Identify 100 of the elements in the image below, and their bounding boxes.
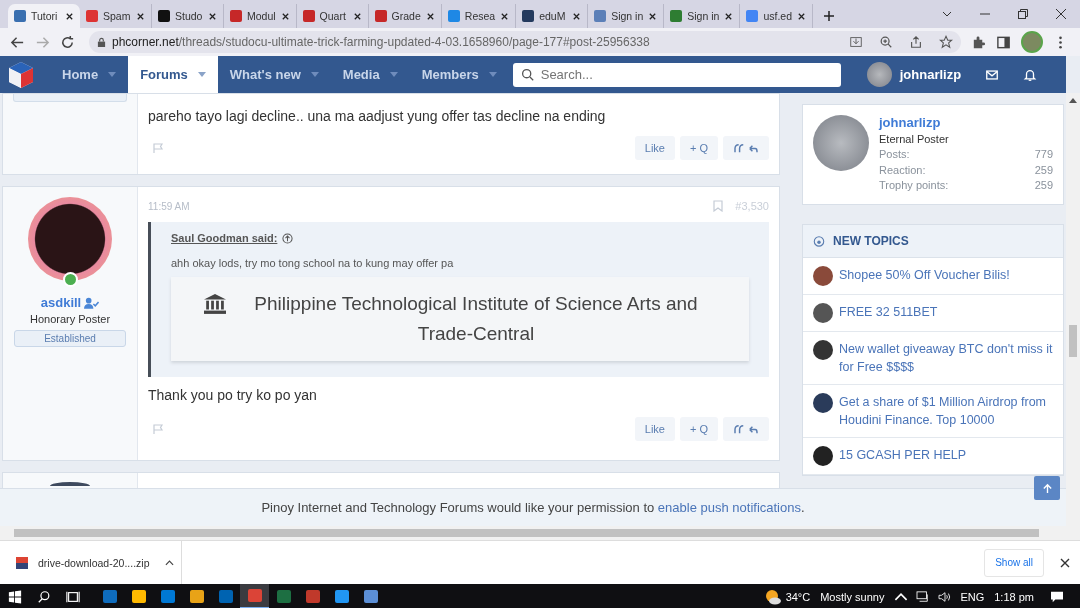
reply-button[interactable]	[723, 417, 769, 441]
profile-avatar[interactable]	[813, 115, 869, 171]
scrollbar-thumb[interactable]	[1069, 325, 1077, 357]
post-action-button[interactable]: Like	[634, 417, 675, 441]
browser-tab[interactable]: Tutori	[8, 4, 80, 28]
zoom-icon[interactable]	[879, 35, 893, 49]
address-bar[interactable]: phcorner.net/threads/studocu-ultimate-trick-farming-updated-4-03.1658960/page-177#post-25956338	[89, 31, 961, 53]
scrollbar-thumb[interactable]	[14, 529, 1039, 537]
nav-tab[interactable]: Members	[409, 56, 509, 93]
site-favicon-icon	[302, 10, 315, 22]
network-icon[interactable]	[916, 590, 931, 603]
topic-avatar	[813, 392, 833, 413]
username-link[interactable]: johnarlizp	[899, 67, 962, 82]
share-icon[interactable]	[909, 35, 923, 49]
topic-link[interactable]: New wallet giveaway BTC don't miss it for Free $$$$	[839, 339, 1053, 376]
user-check-icon	[84, 296, 100, 309]
topic-avatar	[813, 445, 833, 466]
search-field[interactable]: Search...	[512, 62, 841, 87]
close-icon[interactable]	[572, 11, 582, 21]
topic-link[interactable]: 15 GCASH PER HELP	[839, 445, 967, 464]
profile-avatar-icon[interactable]	[1021, 31, 1043, 53]
nav-tab[interactable]: Media	[330, 56, 410, 93]
speaker-icon[interactable]	[938, 590, 953, 603]
arrow-up-circle-icon[interactable]	[282, 232, 294, 244]
author-name[interactable]: asdkill	[40, 295, 82, 310]
topic-link[interactable]: Shopee 50% Off Voucher Bilis!	[839, 265, 1010, 284]
clock-text[interactable]: 1:18 pm	[994, 590, 1034, 603]
close-icon[interactable]	[724, 11, 734, 21]
link-preview-title: Philippine Technological Institute of Science Arts and Trade-Central	[253, 292, 699, 346]
close-icon[interactable]	[208, 11, 217, 21]
search-icon[interactable]	[37, 589, 51, 604]
profile-name[interactable]: johnarlizp	[879, 115, 1053, 130]
topic-avatar	[813, 302, 833, 323]
site-favicon-icon	[447, 10, 460, 22]
site-favicon-icon	[670, 10, 683, 22]
task-view-icon[interactable]	[66, 589, 80, 604]
post-action-button[interactable]: + Q	[679, 136, 718, 160]
stat-label: Posts:	[879, 147, 910, 162]
quote-text: ahh okay lods, try mo tong school na to kung may offer pa	[171, 257, 455, 269]
user-avatar[interactable]	[866, 62, 892, 87]
site-favicon-icon	[158, 10, 170, 22]
cube-logo-icon[interactable]	[6, 59, 36, 90]
star-icon[interactable]	[939, 35, 953, 49]
mail-icon[interactable]	[985, 67, 1000, 82]
topic-link[interactable]: Get a share of $1 Million Airdrop from Houdini Finance. Top 10000	[839, 392, 1053, 429]
horizontal-scrollbar[interactable]	[0, 526, 1080, 540]
post-action-button[interactable]: + Q	[679, 417, 718, 441]
topic-avatar	[813, 339, 833, 360]
close-icon[interactable]	[280, 11, 290, 21]
side-panel-icon[interactable]	[996, 34, 1011, 50]
stat-value: 259	[1034, 178, 1053, 193]
puzzle-icon[interactable]	[971, 34, 986, 50]
caret-down-icon[interactable]	[197, 72, 206, 77]
close-icon[interactable]	[648, 11, 658, 21]
post-action-button[interactable]: Like	[634, 136, 675, 160]
post-text: pareho tayo lagi decline.. una ma aadjust yung offer tas decline na ending	[148, 108, 607, 124]
close-icon[interactable]	[500, 11, 510, 21]
push-notifications-link[interactable]: enable push notifications	[657, 500, 801, 515]
taskbar-app-icon[interactable]	[240, 584, 269, 608]
link-preview-card[interactable]: Philippine Technological Institute of Science Arts and Trade-Central	[171, 277, 749, 361]
close-icon[interactable]	[352, 11, 362, 21]
archive-file-icon	[16, 556, 28, 569]
vertical-scrollbar[interactable]	[1066, 93, 1080, 526]
notice-text: Pinoy Internet and Technology Forums would like your permission to enable push notifications.	[261, 500, 805, 515]
site-favicon-icon	[374, 10, 387, 22]
close-icon[interactable]	[797, 11, 806, 21]
install-icon[interactable]	[849, 35, 863, 49]
close-icon[interactable]	[425, 11, 435, 21]
reload-icon[interactable]	[60, 34, 75, 50]
scroll-up-arrow-icon[interactable]	[1069, 97, 1077, 103]
site-favicon-icon	[230, 10, 242, 22]
post-text: Thank you po try ko po yan	[148, 387, 318, 403]
scroll-to-top-button[interactable]	[1034, 476, 1060, 500]
bell-icon[interactable]	[1023, 67, 1038, 82]
close-icon[interactable]	[136, 11, 145, 21]
language-indicator[interactable]: ENG	[960, 590, 985, 603]
nav-tab[interactable]: Home	[50, 56, 129, 93]
stat-value: 779	[1034, 147, 1053, 162]
reply-button[interactable]	[723, 136, 769, 160]
chevron-up-icon[interactable]	[165, 559, 175, 566]
nav-tab[interactable]: What's new	[217, 56, 331, 93]
weather-sun-icon	[763, 587, 782, 606]
bank-icon	[204, 294, 226, 314]
lock-icon	[97, 36, 106, 48]
notification-icon[interactable]	[1050, 590, 1064, 603]
windows-logo-icon[interactable]	[8, 589, 22, 604]
close-icon[interactable]	[1060, 557, 1070, 568]
nav-tab[interactable]: Forums	[128, 56, 218, 93]
flame-icon	[813, 234, 825, 247]
close-icon[interactable]	[65, 11, 74, 21]
topic-link[interactable]: FREE 32 511BET	[839, 302, 938, 321]
temperature-text: 34°C	[785, 590, 811, 603]
quote-author-link[interactable]: Saul Goodman said:	[171, 232, 278, 244]
arrow-up-icon	[1041, 482, 1053, 494]
weather-text: Mostly sunny	[820, 590, 885, 603]
user-role: Honorary Poster	[29, 313, 111, 325]
profile-title: Eternal Poster	[879, 133, 950, 145]
show-all-button[interactable]: Show all	[984, 548, 1044, 577]
site-favicon-icon	[14, 10, 26, 22]
new-tab-icon[interactable]	[823, 10, 835, 22]
